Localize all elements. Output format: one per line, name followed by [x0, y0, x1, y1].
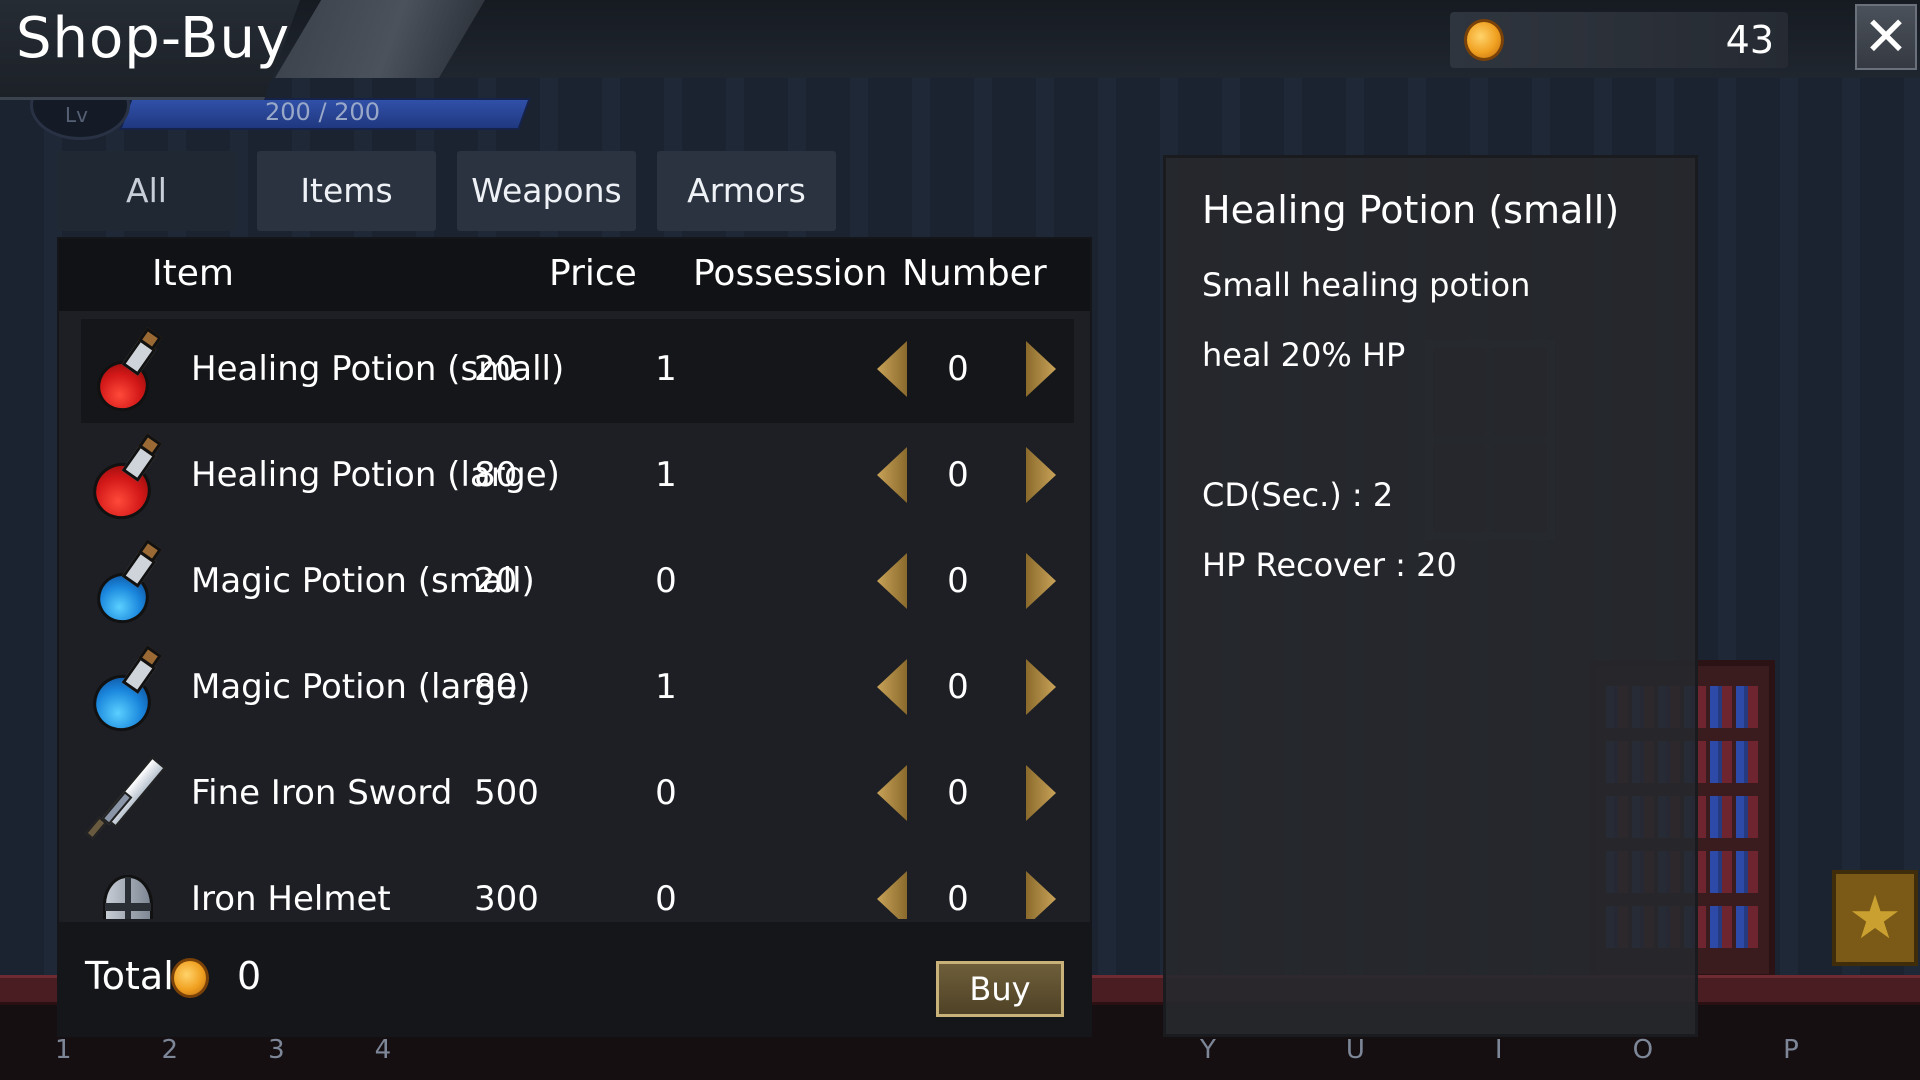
blue-potion-large-icon: [83, 645, 169, 741]
header-item: Item: [152, 253, 234, 294]
item-number: 0: [947, 349, 969, 389]
item-possession: 1: [655, 455, 677, 495]
item-possession: 1: [655, 667, 677, 707]
tab-items[interactable]: Items: [257, 151, 436, 231]
shop-list-panel: Item Price Possession Number Healing Pot…: [57, 237, 1092, 1037]
total-label: Total: [85, 954, 174, 998]
item-possession: 0: [655, 879, 677, 919]
hotkey[interactable]: P: [1783, 1035, 1799, 1065]
increase-arrow-icon[interactable]: [1026, 765, 1056, 821]
tab-weapons[interactable]: Weapons: [457, 151, 636, 231]
header-number: Number: [902, 253, 1047, 294]
hotkey[interactable]: U: [1346, 1035, 1365, 1065]
helmet-icon: [89, 861, 169, 919]
detail-cooldown: CD(Sec.) : 2: [1202, 476, 1394, 514]
hotbar-slot[interactable]: 1: [55, 1035, 72, 1080]
item-name: Fine Iron Sword: [191, 773, 453, 813]
item-price: 80: [474, 455, 518, 495]
list-item[interactable]: Magic Potion (large) 80 1 0: [81, 637, 1074, 741]
detail-hp-recover: HP Recover : 20: [1202, 546, 1457, 584]
hotkey[interactable]: Y: [1200, 1035, 1216, 1065]
item-number: 0: [947, 455, 969, 495]
decrease-arrow-icon[interactable]: [877, 659, 907, 715]
decrease-arrow-icon[interactable]: [877, 871, 907, 919]
item-possession: 0: [655, 561, 677, 601]
item-price: 20: [474, 349, 518, 389]
list-item[interactable]: Iron Helmet 300 0 0: [81, 849, 1074, 919]
close-button[interactable]: ✕: [1855, 4, 1917, 70]
item-number: 0: [947, 667, 969, 707]
list-item[interactable]: Healing Potion (large) 80 1 0: [81, 425, 1074, 529]
page-title: Shop-Buy: [16, 6, 291, 71]
item-number: 0: [947, 773, 969, 813]
item-possession: 0: [655, 773, 677, 813]
decrease-arrow-icon[interactable]: [877, 447, 907, 503]
gold-coin-icon: [171, 958, 209, 998]
total-value: 0: [237, 954, 262, 998]
list-item[interactable]: Fine Iron Sword 500 0 0: [81, 743, 1074, 847]
item-price: 80: [474, 667, 518, 707]
increase-arrow-icon[interactable]: [1026, 447, 1056, 503]
hotbar-slot[interactable]: 2: [162, 1035, 179, 1080]
list-header: Item Price Possession Number: [59, 239, 1090, 311]
gold-amount: 43: [1725, 18, 1774, 62]
detail-title: Healing Potion (small): [1202, 188, 1620, 232]
category-tabs: All Items Weapons Armors: [57, 151, 836, 231]
item-price: 500: [474, 773, 539, 813]
header-possession: Possession: [693, 253, 888, 294]
decrease-arrow-icon[interactable]: [877, 553, 907, 609]
hotbar-slot[interactable]: 4: [375, 1035, 392, 1080]
item-number: 0: [947, 561, 969, 601]
item-list: Healing Potion (small) 20 1 0 Healing Po…: [59, 319, 1090, 919]
list-item[interactable]: Healing Potion (small) 20 1 0: [81, 319, 1074, 423]
item-possession: 1: [655, 349, 677, 389]
detail-effect: heal 20% HP: [1202, 336, 1406, 374]
hotbar-left: 1 2 3 4: [55, 1035, 575, 1080]
increase-arrow-icon[interactable]: [1026, 553, 1056, 609]
red-potion-large-icon: [83, 433, 169, 529]
gold-coin-icon: [1464, 19, 1504, 61]
header-price: Price: [549, 253, 637, 294]
item-number: 0: [947, 879, 969, 919]
list-item[interactable]: Magic Potion (small) 20 0 0: [81, 531, 1074, 635]
star-icon: ★: [1832, 870, 1918, 966]
item-name: Iron Helmet: [191, 879, 391, 919]
item-price: 20: [474, 561, 518, 601]
increase-arrow-icon[interactable]: [1026, 659, 1056, 715]
buy-button[interactable]: Buy: [936, 961, 1064, 1017]
item-price: 300: [474, 879, 539, 919]
hotkey[interactable]: O: [1633, 1035, 1653, 1065]
decrease-arrow-icon[interactable]: [877, 341, 907, 397]
tab-all[interactable]: All: [57, 151, 236, 231]
gold-display: 43: [1450, 12, 1788, 68]
tab-armors[interactable]: Armors: [657, 151, 836, 231]
list-footer: Total 0 Buy: [59, 922, 1090, 1037]
hotkey[interactable]: I: [1495, 1035, 1503, 1065]
hotbar-slot[interactable]: 3: [268, 1035, 285, 1080]
blue-potion-small-icon: [88, 539, 169, 632]
red-potion-small-icon: [88, 327, 169, 420]
close-icon: ✕: [1863, 5, 1909, 68]
detail-description: Small healing potion: [1202, 266, 1531, 304]
decrease-arrow-icon[interactable]: [877, 765, 907, 821]
increase-arrow-icon[interactable]: [1026, 871, 1056, 919]
hotbar-right: Y U I O P: [1200, 1035, 1799, 1065]
hp-text: 200 / 200: [265, 98, 380, 126]
sword-icon: [85, 755, 169, 840]
increase-arrow-icon[interactable]: [1026, 341, 1056, 397]
item-detail-panel: Healing Potion (small) Small healing pot…: [1163, 155, 1698, 1037]
